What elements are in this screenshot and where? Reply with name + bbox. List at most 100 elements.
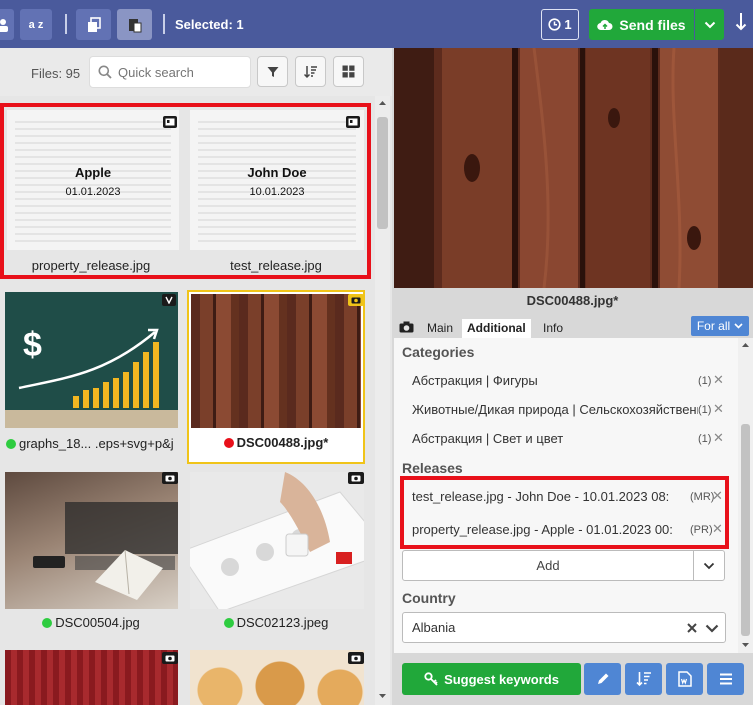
toolbar-separator <box>163 14 165 34</box>
file-name: DSC02123.jpeg <box>186 615 366 630</box>
key-icon <box>424 672 438 686</box>
bread-photo-thumbnail <box>190 650 364 705</box>
release-document-thumbnail: John Doe 10.01.2023 <box>190 110 364 250</box>
status-dot <box>223 618 234 628</box>
add-release-dropdown[interactable] <box>693 550 725 581</box>
power-strip-illustration <box>190 472 364 609</box>
release-id-badge <box>163 116 177 128</box>
tab-main[interactable]: Main <box>422 319 458 338</box>
desk-photo-thumbnail <box>5 472 178 609</box>
growth-chart-illustration: $ <box>5 326 178 428</box>
camera-icon <box>165 475 175 482</box>
release-date: 10.01.2023 <box>249 186 305 198</box>
tab-info[interactable]: Info <box>538 319 568 338</box>
chevron-down-icon <box>704 21 715 28</box>
vector-badge <box>162 294 176 306</box>
category-count: (1) <box>698 433 712 445</box>
remove-category-button[interactable]: ✕ <box>713 430 724 446</box>
file-name-text: graphs_18... .eps+svg+p&j <box>19 436 174 451</box>
file-card-selected[interactable]: DSC00488.jpg* <box>187 290 365 464</box>
release-name: Apple <box>74 165 112 180</box>
user-icon <box>0 18 8 32</box>
file-card[interactable]: John Doe 10.01.2023 test_release.jpg <box>186 104 372 278</box>
chevron-down-icon <box>705 624 719 633</box>
status-dot <box>223 438 234 448</box>
paste-button[interactable] <box>117 9 152 40</box>
file-card[interactable] <box>186 648 372 705</box>
search-icon <box>98 65 112 79</box>
id-card-icon <box>348 118 358 126</box>
details-tabs: Main Additional Info For all <box>392 316 753 338</box>
remove-category-button[interactable]: ✕ <box>713 401 724 417</box>
grid-view-button[interactable] <box>333 56 364 87</box>
sort-keywords-button[interactable] <box>625 663 662 695</box>
vector-icon <box>165 296 173 304</box>
pencil-icon <box>597 673 608 684</box>
suggest-keywords-label: Suggest keywords <box>444 671 559 687</box>
tab-additional[interactable]: Additional <box>462 319 531 338</box>
category-item: Животные/Дикая природа | Сельскохозяйств… <box>412 402 698 417</box>
menu-button[interactable] <box>707 663 744 695</box>
suggest-keywords-button[interactable]: Suggest keywords <box>402 663 581 695</box>
for-all-dropdown[interactable]: For all <box>691 316 749 336</box>
remove-release-button[interactable]: ✕ <box>712 521 723 537</box>
camera-icon <box>165 655 175 662</box>
history-count: 1 <box>564 17 572 32</box>
scroll-up-icon <box>379 101 386 105</box>
chevron-down-icon <box>703 562 715 569</box>
remove-release-button[interactable]: ✕ <box>712 488 723 504</box>
categories-label: Categories <box>402 344 475 360</box>
file-name: graphs_18... .eps+svg+p&j <box>6 436 184 451</box>
file-name: DSC00504.jpg <box>0 615 182 630</box>
copy-icon <box>87 16 101 32</box>
word-export-button[interactable] <box>666 663 703 695</box>
release-id-badge <box>346 116 360 128</box>
category-count: (1) <box>698 375 712 387</box>
release-document-thumbnail: Apple 01.01.2023 <box>7 110 179 250</box>
info-button[interactable] <box>0 9 14 40</box>
release-type-tag: (PR) <box>690 524 713 536</box>
file-card[interactable]: Apple 01.01.2023 property_release.jpg <box>0 104 186 278</box>
file-card[interactable] <box>0 648 186 705</box>
download-button[interactable] <box>735 12 747 35</box>
copy-button[interactable] <box>76 9 111 40</box>
scroll-down-icon <box>379 694 386 698</box>
photo-badge <box>348 652 364 664</box>
wood-preview-image <box>394 48 753 288</box>
file-name: test_release.jpg <box>230 258 322 273</box>
panel-scrollbar[interactable] <box>738 338 753 653</box>
photo-badge <box>348 472 364 484</box>
country-value: Albania <box>412 620 456 635</box>
country-select[interactable]: Albania <box>402 612 726 643</box>
quick-search-input[interactable] <box>118 64 238 80</box>
file-name: property_release.jpg <box>31 258 151 273</box>
file-card[interactable]: DSC02123.jpeg <box>186 468 372 640</box>
send-dropdown-button[interactable] <box>695 9 724 40</box>
tab-photo[interactable] <box>396 319 417 338</box>
quick-search-box[interactable] <box>89 56 251 88</box>
history-button[interactable]: 1 <box>541 9 579 40</box>
release-type-tag: (MR) <box>690 491 715 503</box>
remove-category-button[interactable]: ✕ <box>713 372 724 388</box>
edit-button[interactable] <box>584 663 621 695</box>
file-card[interactable]: $ graphs_18... .eps+svg+p&j <box>0 288 186 464</box>
send-files-button[interactable]: Send files <box>589 9 694 40</box>
sort-button[interactable] <box>295 56 326 87</box>
filter-button[interactable] <box>257 56 288 87</box>
camera-icon <box>351 475 361 482</box>
status-dot <box>6 439 16 449</box>
word-document-icon <box>677 671 692 687</box>
scrollbar-thumb[interactable] <box>377 117 388 229</box>
file-name-text: DSC02123.jpeg <box>236 615 329 630</box>
files-count: Files: 95 <box>31 66 81 81</box>
file-list-scrollbar[interactable] <box>375 96 390 705</box>
arrow-down-icon <box>735 13 747 31</box>
for-all-label: For all <box>696 319 731 333</box>
sort-az-icon: a z <box>28 18 44 31</box>
sort-az-button[interactable]: a z <box>20 9 52 40</box>
add-release-button[interactable]: Add <box>402 550 694 581</box>
clear-icon[interactable] <box>686 622 698 634</box>
file-card[interactable]: DSC00504.jpg <box>0 468 186 640</box>
status-dot <box>42 618 53 628</box>
scrollbar-thumb[interactable] <box>741 424 750 636</box>
